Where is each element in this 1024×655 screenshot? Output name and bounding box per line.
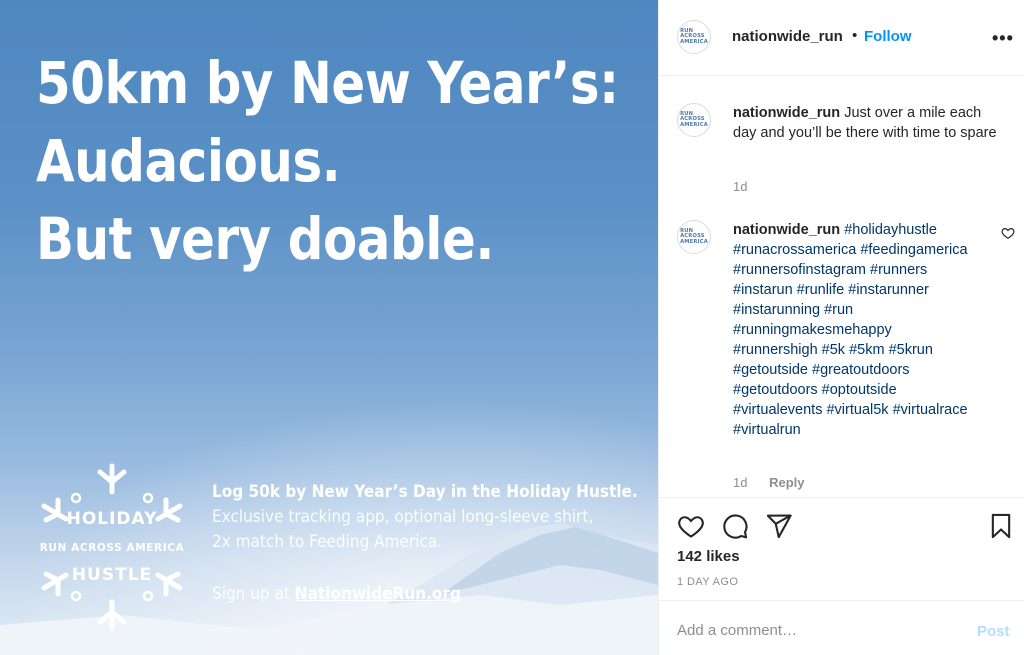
add-comment-bar: Post	[659, 600, 1024, 655]
avatar-logo-line: AMERICA	[680, 38, 708, 45]
add-comment-input[interactable]	[677, 619, 957, 641]
reply-button[interactable]: Reply	[769, 475, 804, 490]
share-paper-plane-icon[interactable]	[765, 512, 793, 540]
avatar[interactable]: RUN ACROSS AMERICA	[677, 20, 711, 54]
avatar[interactable]: RUN ACROSS AMERICA	[677, 220, 711, 254]
comment-meta: 1d Reply	[733, 475, 805, 490]
comment-time[interactable]: 1d	[733, 475, 747, 490]
signup-prefix: Sign up at	[212, 584, 295, 604]
avatar-logo-line: AMERICA	[680, 238, 708, 245]
like-comment-heart-icon[interactable]	[1001, 226, 1015, 240]
likes-count[interactable]: 142 likes	[677, 548, 740, 565]
promo-text: Log 50k by New Year’s Day in the Holiday…	[212, 480, 638, 607]
header-username[interactable]: nationwide_run	[732, 28, 843, 45]
promo-line-2: 2x match to Feeding America.	[212, 532, 443, 552]
hashtag-comment: RUN ACROSS AMERICA nationwide_run #holid…	[659, 220, 1024, 495]
avatar-logo: RUN ACROSS AMERICA	[680, 228, 708, 246]
snowflake-text-holiday: HOLIDAY	[67, 509, 158, 529]
post-sidebar: RUN ACROSS AMERICA nationwide_run • Foll…	[658, 0, 1024, 655]
promo-line-1: Exclusive tracking app, optional long-sl…	[212, 507, 594, 527]
comment-username[interactable]: nationwide_run	[733, 105, 840, 121]
headline: 50km by New Year’s: Audacious. But very …	[36, 44, 619, 278]
signup-line: Sign up at NationwideRun.org	[212, 582, 599, 607]
promo-bold-line: Log 50k by New Year’s Day in the Holiday…	[212, 482, 638, 502]
heart-icon[interactable]	[677, 512, 705, 540]
headline-line-1: 50km by New Year’s:	[36, 49, 619, 117]
post-comment-button[interactable]: Post	[977, 623, 1010, 640]
comment-text: nationwide_run #holidayhustle #runacross…	[733, 220, 969, 440]
comment-username[interactable]: nationwide_run	[733, 222, 840, 238]
post-actions: 142 likes 1 DAY AGO	[659, 497, 1024, 600]
follow-button[interactable]: Follow	[864, 28, 912, 45]
headline-line-2: Audacious.	[36, 127, 341, 195]
snowflake-text-run-across-america: RUN ACROSS AMERICA	[40, 542, 185, 554]
signup-link: NationwideRun.org	[294, 584, 461, 604]
comment-hashtags[interactable]: #holidayhustle #runacrossamerica #feedin…	[733, 222, 968, 438]
bookmark-icon[interactable]	[987, 512, 1015, 540]
avatar-logo: RUN ACROSS AMERICA	[680, 28, 708, 46]
header-separator: •	[852, 27, 858, 44]
avatar-logo: RUN ACROSS AMERICA	[680, 111, 708, 129]
snowflake-text-hustle: HUSTLE	[72, 565, 152, 585]
comment-icon[interactable]	[721, 512, 749, 540]
caption-comment: RUN ACROSS AMERICA nationwide_run Just o…	[659, 103, 1024, 203]
post-date[interactable]: 1 DAY AGO	[677, 576, 738, 588]
comment-time[interactable]: 1d	[733, 179, 747, 194]
comment-text: nationwide_run Just over a mile each day…	[733, 103, 1003, 143]
holiday-hustle-snowflake-logo: HOLIDAY RUN ACROSS AMERICA HUSTLE	[40, 463, 185, 631]
headline-line-3: But very doable.	[36, 205, 494, 273]
more-horizontal-icon[interactable]: •••	[992, 28, 1014, 49]
post-header: RUN ACROSS AMERICA nationwide_run • Foll…	[659, 0, 1024, 76]
post-image[interactable]: 50km by New Year’s: Audacious. But very …	[0, 0, 658, 655]
avatar[interactable]: RUN ACROSS AMERICA	[677, 103, 711, 137]
comment-meta: 1d	[733, 179, 747, 194]
avatar-logo-line: AMERICA	[680, 121, 708, 128]
